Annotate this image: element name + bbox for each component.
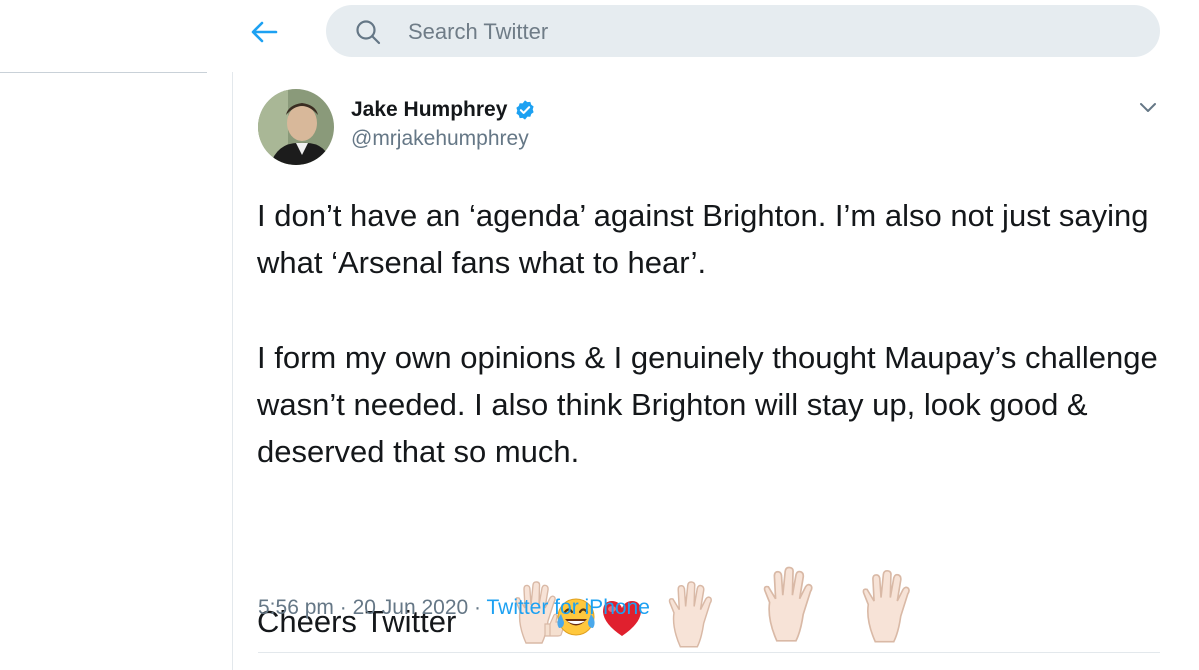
tweet-paragraph: I don’t have an ‘agenda’ against Brighto…: [257, 198, 1149, 280]
tweet-date[interactable]: 20 Jun 2020: [353, 596, 469, 619]
raised-hand-emoji: [862, 569, 910, 643]
author-name[interactable]: Jake Humphrey: [351, 98, 507, 122]
avatar[interactable]: [258, 89, 334, 165]
search-icon: [356, 20, 381, 45]
search-input[interactable]: [406, 14, 1110, 50]
divider: [258, 652, 1160, 653]
meta-separator: ·: [474, 596, 482, 619]
raised-hand-emoji: [763, 566, 813, 642]
meta-separator: ·: [339, 596, 347, 619]
tweet-paragraph: I form my own opinions & I genuinely tho…: [257, 340, 1158, 469]
tweet-meta: 5:56 pm · 20 Jun 2020 · Twitter for iPho…: [258, 596, 650, 620]
tweet-text: I don’t have an ‘agenda’ against Brighto…: [257, 192, 1177, 475]
top-bar: [0, 0, 1199, 73]
back-button[interactable]: [245, 14, 283, 50]
author-handle[interactable]: @mrjakehumphrey: [351, 127, 529, 151]
raised-hand-emoji: [668, 581, 712, 648]
verified-badge-icon: [516, 100, 535, 120]
author-row: Jake Humphrey: [351, 96, 536, 124]
tweet-card: Jake Humphrey @mrjakehumphrey I don’t ha…: [232, 72, 1199, 670]
divider: [0, 72, 207, 73]
search-bar[interactable]: [326, 5, 1160, 57]
tweet-time[interactable]: 5:56 pm: [258, 596, 334, 619]
chevron-down-icon[interactable]: [1137, 96, 1159, 118]
back-arrow-icon: [251, 21, 278, 43]
tweet-source-link[interactable]: Twitter for iPhone: [487, 596, 650, 619]
